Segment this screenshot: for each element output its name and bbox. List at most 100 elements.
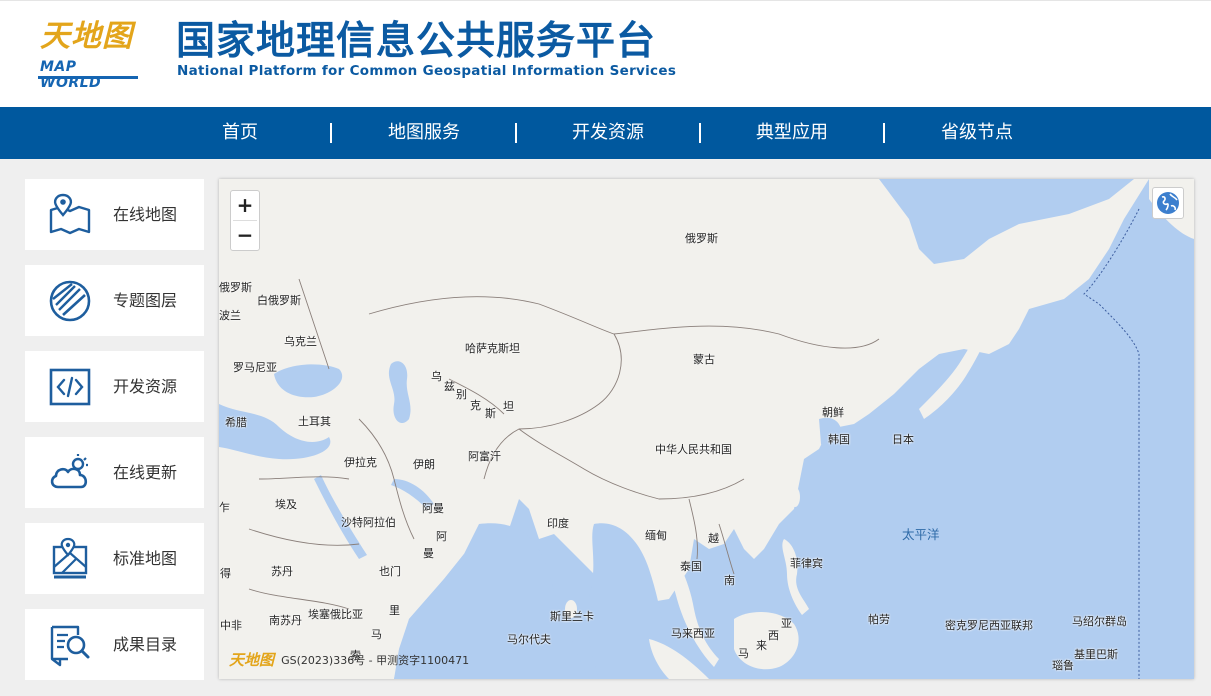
map-label-yemen: 也门 [379, 565, 401, 578]
map-label-chad: 得 [220, 567, 231, 580]
map-label-myanmar: 缅甸 [645, 529, 667, 542]
site-subtitle: National Platform for Common Geospatial … [177, 63, 677, 79]
map-label-uzbekistan-2: 兹 [444, 380, 455, 393]
map-label-uzbekistan-1: 乌 [431, 370, 442, 383]
map-label-indonesia-2: 亚 [781, 617, 792, 630]
map-label-palau: 帕劳 [868, 613, 890, 626]
map-label-iraq: 伊拉克 [344, 456, 377, 469]
map-label-ethiopia: 埃塞俄比亚 [308, 608, 363, 621]
map-label-philippines: 菲律宾 [790, 557, 823, 570]
map-label-somalia: 里 [389, 604, 400, 617]
nav-separator [330, 123, 332, 143]
map-label-poland: 波兰 [219, 309, 241, 322]
nav-separator [515, 123, 517, 143]
nav-separator [699, 123, 701, 143]
sidebar-item-thematic-layers[interactable]: 专题图层 [25, 265, 204, 336]
map-label-indonesia-4: 来 [756, 639, 767, 652]
nav-item-applications[interactable]: 典型应用 [717, 107, 867, 159]
map-label-maldives: 马尔代夫 [507, 633, 551, 646]
map-basemap [219, 179, 1194, 679]
map-attribution-logo: 天地图 [229, 651, 275, 669]
logo-chinese-text: 天地图 [40, 19, 133, 54]
nav-separator [883, 123, 885, 143]
basemap-switch-button[interactable] [1152, 187, 1184, 219]
map-label-south-korea: 韩国 [828, 433, 850, 446]
map-label-belarus: 白俄罗斯 [257, 294, 301, 307]
sidebar-item-online-update[interactable]: 在线更新 [25, 437, 204, 508]
map-label-china: 中华人民共和国 [655, 443, 732, 456]
layers-icon [49, 280, 91, 322]
map-label-india: 印度 [547, 517, 569, 530]
map-label-south-sudan: 南苏丹 [269, 614, 302, 627]
map-label-nauru: 瑙鲁 [1052, 659, 1074, 672]
map-label-egypt: 埃及 [275, 498, 297, 511]
map-label-chad-w: 乍 [219, 501, 230, 514]
map-label-greece: 希腊 [225, 416, 247, 429]
map-label-uzbekistan-6: 坦 [503, 400, 514, 413]
map-label-iran: 伊朗 [413, 458, 435, 471]
map-label-malaysia: 马来西亚 [671, 627, 715, 640]
sidebar-item-catalog[interactable]: 成果目录 [25, 609, 204, 680]
map-label-oman-2: 阿 [436, 530, 447, 543]
map-label-saudi-arabia: 沙特阿拉伯 [341, 516, 396, 529]
nav-item-dev-resources[interactable]: 开发资源 [533, 107, 683, 159]
map-label-sudan: 苏丹 [271, 565, 293, 578]
logo-english-text: MAP WORLD [40, 59, 102, 91]
globe-icon [1157, 192, 1179, 214]
code-icon [49, 368, 91, 406]
sidebar-item-standard-map[interactable]: 标准地图 [25, 523, 204, 594]
nav-item-home[interactable]: 首页 [165, 107, 315, 159]
map-label-turkey: 土耳其 [298, 415, 331, 428]
map-pin-icon [49, 193, 91, 235]
logo-underline [38, 76, 138, 79]
map-label-mongolia: 蒙古 [693, 353, 715, 366]
sidebar-item-label: 成果目录 [113, 635, 178, 654]
cloud-update-icon [50, 454, 88, 489]
sidebar-item-online-map[interactable]: 在线地图 [25, 179, 204, 250]
map-label-russia: 俄罗斯 [685, 232, 718, 245]
map-label-oman-3: 曼 [423, 547, 434, 560]
map-label-vietnam: 越 [708, 532, 719, 545]
map-attribution-text: GS(2023)336号 - 甲测资字1100471 [281, 653, 470, 667]
map-label-micronesia: 密克罗尼西亚联邦 [945, 619, 1033, 632]
map-label-uzbekistan-4: 克 [470, 399, 481, 412]
nav-item-map-services[interactable]: 地图服务 [349, 107, 499, 159]
standard-map-icon [52, 537, 88, 579]
zoom-control: + − [230, 190, 260, 251]
sidebar-item-label: 在线更新 [113, 463, 178, 482]
map-label-uzbekistan-3: 别 [456, 388, 467, 401]
map-label-car: 中非 [220, 619, 242, 632]
catalog-search-icon [50, 625, 90, 667]
map-label-vietnam-2: 南 [724, 574, 735, 587]
map-viewport[interactable]: 俄罗斯 白俄罗斯 俄罗斯 波兰 乌克兰 罗马尼亚 哈萨克斯坦 蒙古 乌 兹 别 … [219, 179, 1194, 679]
map-attribution: 天地图 GS(2023)336号 - 甲测资字1100471 [229, 649, 469, 669]
map-label-kazakhstan: 哈萨克斯坦 [465, 342, 520, 355]
map-label-kiribati: 基里巴斯 [1074, 648, 1118, 661]
map-label-north-korea: 朝鲜 [822, 406, 844, 419]
map-label-romania: 罗马尼亚 [233, 361, 277, 374]
sidebar-item-label: 开发资源 [113, 377, 178, 396]
map-label-somalia-2: 马 [371, 628, 382, 641]
map-label-russia-west: 俄罗斯 [219, 281, 252, 294]
sidebar-item-label: 专题图层 [113, 291, 178, 310]
map-label-ukraine: 乌克兰 [284, 335, 317, 348]
nav-item-provincial-nodes[interactable]: 省级节点 [902, 107, 1052, 159]
map-label-uzbekistan-5: 斯 [485, 407, 496, 420]
sidebar-item-dev-resources[interactable]: 开发资源 [25, 351, 204, 422]
map-label-afghanistan: 阿富汗 [468, 450, 501, 463]
zoom-out-button[interactable]: − [231, 221, 259, 250]
map-label-indonesia-1: 西 [768, 629, 779, 642]
site-header: 天地图 MAP WORLD 国家地理信息公共服务平台 National Plat… [0, 0, 1211, 107]
site-title: 国家地理信息公共服务平台 [176, 19, 657, 64]
sidebar-item-label: 标准地图 [113, 549, 178, 568]
map-label-oman: 阿曼 [422, 502, 444, 515]
map-label-thailand: 泰国 [680, 560, 702, 573]
main-nav: 首页 地图服务 开发资源 典型应用 省级节点 [0, 107, 1211, 159]
tianditu-logo[interactable]: 天地图 MAP WORLD [38, 19, 142, 91]
map-label-indonesia-3: 马 [738, 647, 749, 660]
zoom-in-button[interactable]: + [231, 191, 259, 220]
map-label-sri-lanka: 斯里兰卡 [550, 610, 594, 623]
map-label-japan: 日本 [892, 433, 914, 446]
sidebar-item-label: 在线地图 [113, 205, 178, 224]
map-label-marshall-islands: 马绍尔群岛 [1072, 615, 1127, 628]
